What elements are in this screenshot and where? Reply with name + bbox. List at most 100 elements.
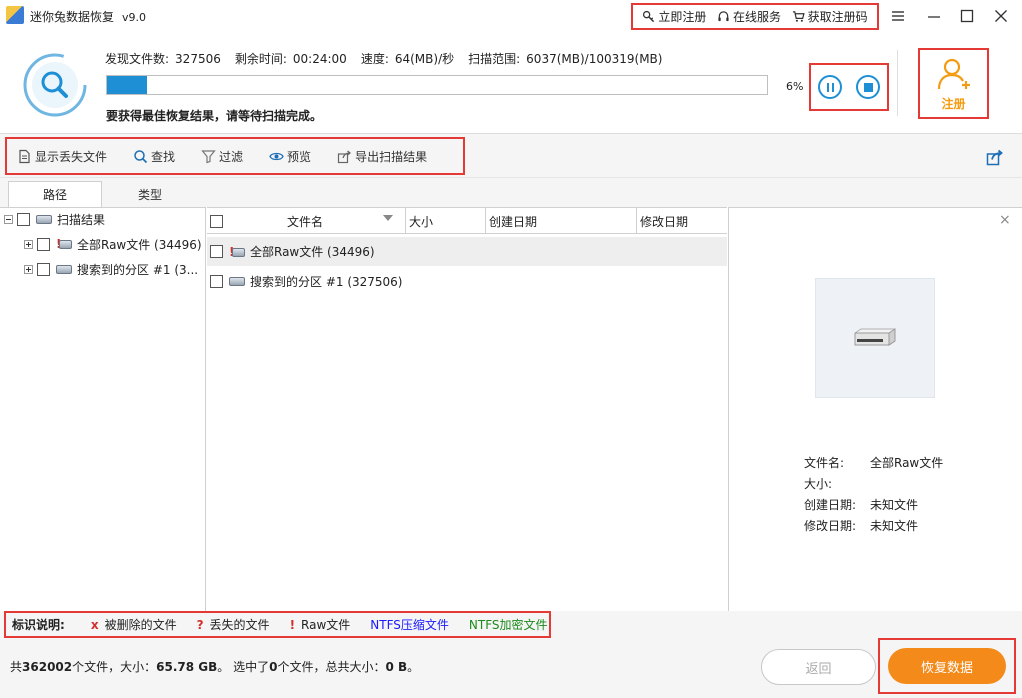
row-name: 搜索到的分区 #1 (327506): [250, 275, 403, 289]
prop-value: 未知文件: [870, 498, 919, 512]
stop-scan-button[interactable]: [856, 75, 880, 99]
preview-panel: × 文件名: 全部Raw文件 大小: 创建日期: 未知文件 修改日期: 未知文件: [728, 207, 1022, 611]
prop-filename: 文件名: 全部Raw文件: [804, 454, 943, 471]
tree-item-checkbox[interactable]: [37, 262, 50, 276]
show-lost-files-label: 显示丢失文件: [35, 149, 108, 164]
row-name: 全部Raw文件 (34496): [250, 245, 375, 259]
filter-label: 过滤: [219, 149, 244, 164]
expand-toggle[interactable]: [24, 239, 33, 249]
scan-status-area: 发现文件数: 327506 剩余时间: 00:24:00 速度: 64(MB)/秒 扫…: [0, 32, 1022, 134]
file-list-row[interactable]: ! 全部Raw文件 (34496): [207, 237, 727, 266]
legend-deleted-label: 被删除的文件: [104, 618, 177, 632]
speed-value: 64(MB)/秒: [394, 52, 455, 66]
file-list-row[interactable]: 搜索到的分区 #1 (327506): [207, 267, 727, 296]
legend-bar: 标识说明: x 被删除的文件 ? 丢失的文件 ! Raw文件 NTFS压缩文件 NTF…: [0, 611, 1022, 638]
scan-range-stat: 扫描范围: 6037(MB)/100319(MB): [468, 50, 662, 67]
remaining-value: 00:24:00: [292, 52, 347, 66]
tree-root-label: 扫描结果: [57, 212, 106, 227]
tree-root[interactable]: 扫描结果: [4, 209, 105, 229]
file-list-header: 文件名 大小 创建日期 修改日期: [207, 208, 727, 234]
recover-data-button[interactable]: 恢复数据: [888, 648, 1006, 684]
legend-deleted: x 被删除的文件: [91, 616, 177, 633]
total-size: 65.78 GB: [156, 660, 218, 674]
back-button[interactable]: 返回: [761, 649, 876, 685]
collapse-toggle[interactable]: [4, 214, 13, 224]
prop-value: 全部Raw文件: [870, 456, 944, 470]
close-icon: [995, 10, 1007, 22]
get-code-link[interactable]: 获取注册码: [792, 8, 868, 25]
prop-value: 未知文件: [870, 519, 919, 533]
key-icon: [643, 10, 655, 23]
register-now-link[interactable]: 立即注册: [642, 8, 706, 25]
drive-icon: [229, 277, 245, 286]
tab-path[interactable]: 路径: [8, 181, 102, 207]
app-version: v9.0: [122, 11, 147, 24]
status-text: 。 选中了: [217, 660, 270, 674]
document-icon: [19, 149, 30, 163]
column-created-header[interactable]: 创建日期: [486, 208, 637, 234]
close-button[interactable]: [991, 6, 1011, 26]
prop-label: 文件名:: [804, 456, 845, 470]
filter-button[interactable]: 过滤: [201, 148, 243, 165]
minimize-button[interactable]: [924, 6, 944, 26]
status-bar: 共362002个文件，大小：65.78 GB。 选中了0个文件，总共大小：0 B…: [0, 638, 1022, 698]
prop-modified: 修改日期: 未知文件: [804, 517, 918, 534]
minimize-icon: [928, 16, 940, 18]
status-text: 。: [407, 660, 420, 674]
column-name-header[interactable]: 文件名: [207, 208, 406, 234]
row-checkbox[interactable]: [210, 245, 223, 258]
preview-close-button[interactable]: ×: [999, 212, 1011, 228]
pause-scan-button[interactable]: [818, 75, 842, 99]
legend-lost: ? 丢失的文件: [197, 616, 270, 633]
online-service-link[interactable]: 在线服务: [717, 8, 781, 25]
maximize-icon: [960, 9, 974, 23]
legend-ntfs-compressed: NTFS压缩文件: [370, 618, 449, 632]
tree-root-checkbox[interactable]: [17, 212, 30, 226]
menu-button[interactable]: [888, 6, 908, 26]
drive-icon: [56, 264, 72, 274]
maximize-button[interactable]: [957, 6, 977, 26]
remaining-label: 剩余时间:: [234, 52, 287, 66]
recover-highlight: 恢复数据: [878, 638, 1016, 694]
share-icon[interactable]: [986, 148, 1004, 166]
prop-created: 创建日期: 未知文件: [804, 496, 918, 513]
raw-drive-icon: !: [229, 245, 245, 259]
show-lost-files-button[interactable]: 显示丢失文件: [17, 148, 107, 165]
toolbar: 显示丢失文件 查找 过滤 预览 导出扫描结果: [0, 134, 1022, 178]
preview-thumbnail: [815, 278, 935, 398]
drive-icon: [36, 214, 52, 224]
find-button[interactable]: 查找: [133, 148, 175, 165]
tree-item-checkbox[interactable]: [37, 237, 50, 251]
title-bar: 迷你兔数据恢复 v9.0 立即注册 在线服务 获取注册码: [0, 0, 1022, 32]
preview-button[interactable]: 预览: [269, 148, 311, 165]
cart-icon: [792, 11, 805, 22]
column-modified-header[interactable]: 修改日期: [637, 208, 727, 234]
legend-lost-label: 丢失的文件: [209, 618, 270, 632]
lost-mark: ?: [196, 617, 204, 632]
search-icon: [134, 149, 148, 163]
status-summary: 共362002个文件，大小：65.78 GB。 选中了0个文件，总共大小：0 B…: [10, 658, 419, 675]
eye-icon: [269, 152, 284, 160]
row-checkbox[interactable]: [210, 275, 223, 288]
tree-item[interactable]: 搜索到的分区 #1 (3...: [24, 259, 198, 279]
tree-item-label: 全部Raw文件 (34496): [77, 237, 202, 252]
column-size-header[interactable]: 大小: [406, 208, 486, 234]
tab-type[interactable]: 类型: [104, 181, 196, 207]
register-button[interactable]: 注册: [918, 48, 989, 119]
status-text: 个文件，大小：: [72, 660, 157, 674]
scan-progress-bar: [106, 75, 768, 95]
select-all-checkbox[interactable]: [210, 214, 223, 228]
speed-stat: 速度: 64(MB)/秒: [361, 50, 454, 67]
legend-ntfs-encrypted: NTFS加密文件: [468, 618, 548, 632]
column-name-label: 文件名: [287, 214, 324, 229]
expand-toggle[interactable]: [24, 264, 33, 274]
found-files-stat: 发现文件数: 327506: [105, 50, 221, 67]
tree-item[interactable]: ! 全部Raw文件 (34496): [24, 234, 202, 254]
tree-item-label: 搜索到的分区 #1 (3...: [77, 262, 199, 277]
export-results-button[interactable]: 导出扫描结果: [337, 148, 427, 165]
pause-icon: [826, 82, 834, 92]
stop-icon: [863, 82, 873, 92]
progress-percent: 6%: [786, 80, 804, 93]
export-results-label: 导出扫描结果: [355, 149, 428, 164]
file-list-panel: 文件名 大小 创建日期 修改日期 ! 全部Raw文件 (34496) 搜索到的分…: [207, 207, 727, 611]
